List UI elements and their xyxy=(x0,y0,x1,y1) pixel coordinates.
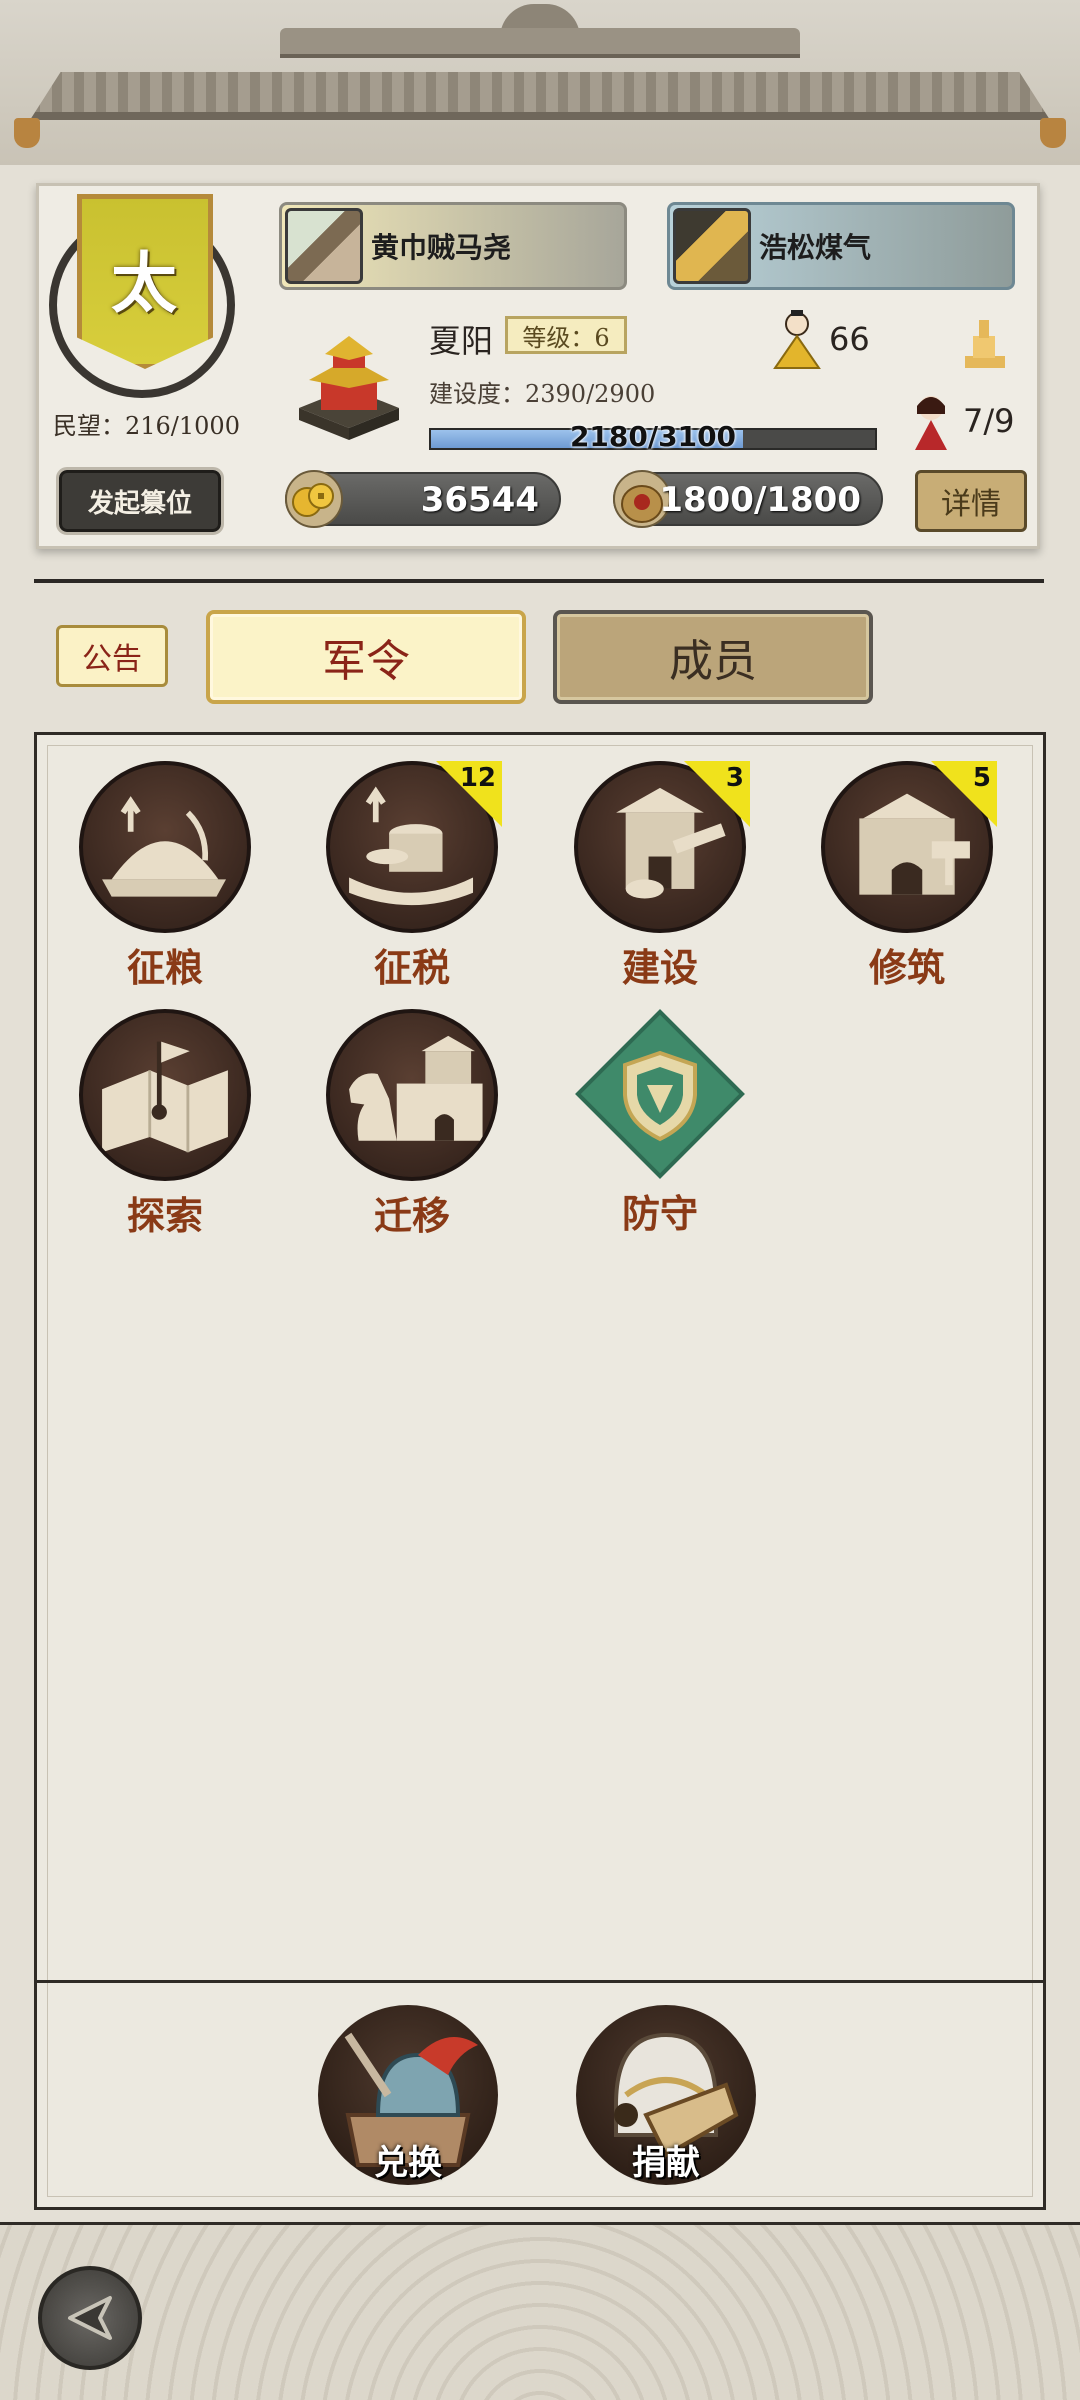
defense-shield-icon xyxy=(575,1009,745,1179)
avatar xyxy=(673,208,751,284)
lantern-left-icon xyxy=(14,118,40,148)
command-label: 迁移 xyxy=(373,1193,450,1238)
development-progress-bar: 2180/3100 xyxy=(429,420,877,453)
badge-count: 3 xyxy=(725,763,744,793)
exchange-label: 兑换 xyxy=(374,2143,442,2183)
city-level-badge: 等级：6 xyxy=(505,316,627,354)
command-tax[interactable]: 征税 12 xyxy=(322,761,502,992)
grain-resource-bar: 1800/1800 xyxy=(613,470,883,528)
palace-roof-header xyxy=(0,0,1080,165)
command-label: 征税 xyxy=(373,945,450,990)
member-card-1[interactable]: 黄巾贼马尧 xyxy=(279,202,627,290)
avatar xyxy=(285,208,363,284)
usurp-button[interactable]: 发起篡位 xyxy=(56,467,224,535)
city-info-panel: 太 民望：216/1000 发起篡位 黄巾贼马尧 浩松煤气 夏阳 等级：6 建设… xyxy=(36,183,1040,549)
migrate-horse-icon xyxy=(326,1009,498,1181)
command-explore[interactable]: 探索 xyxy=(75,1009,255,1240)
notice-button[interactable]: 公告 xyxy=(56,625,168,687)
command-defense[interactable]: 防守 xyxy=(570,1009,750,1238)
detail-button[interactable]: 详情 xyxy=(915,470,1027,532)
command-construction[interactable]: 建设 3 xyxy=(570,761,750,992)
grain-amount: 1800/1800 xyxy=(659,480,861,520)
tab-orders[interactable]: 军令 xyxy=(206,610,526,704)
progress-text: 2180/3100 xyxy=(569,420,737,453)
roof-tiles xyxy=(30,72,1050,120)
coin-resource-bar: 36544 xyxy=(285,470,561,528)
exchange-button[interactable]: 兑换 xyxy=(313,2005,503,2195)
badge-count: 12 xyxy=(459,763,496,793)
orders-panel: 征粮 征税 12 建设 3 修筑 5 探索 迁移 防守 兑换 捐献 xyxy=(34,732,1046,2210)
donate-button[interactable]: 捐献 xyxy=(571,2005,761,2195)
maid-count: 7/9 xyxy=(963,402,1015,440)
command-label: 建设 xyxy=(621,945,698,990)
member-name: 浩松煤气 xyxy=(759,231,872,264)
command-label: 征粮 xyxy=(126,945,203,990)
donate-label: 捐献 xyxy=(632,2143,700,2183)
watchtower-icon[interactable] xyxy=(957,316,1011,372)
coins-icon xyxy=(285,470,343,528)
command-migrate[interactable]: 迁移 xyxy=(322,1009,502,1240)
footer-wave-pattern xyxy=(0,2222,1080,2400)
command-label: 探索 xyxy=(126,1193,203,1238)
official-count: 66 xyxy=(829,320,870,358)
roof-ridge xyxy=(280,28,800,58)
command-fortify[interactable]: 修筑 5 xyxy=(817,761,997,992)
member-card-2[interactable]: 浩松煤气 xyxy=(667,202,1015,290)
maid-figure-icon xyxy=(915,396,947,450)
faction-char: 太 xyxy=(111,244,177,322)
city-name: 夏阳 xyxy=(429,322,494,360)
coin-amount: 36544 xyxy=(420,480,539,520)
construction-degree: 建设度：2390/2900 xyxy=(429,380,656,408)
palace-building-icon xyxy=(299,336,399,440)
badge-count: 5 xyxy=(972,763,991,793)
section-divider xyxy=(34,579,1044,583)
lantern-right-icon xyxy=(1040,118,1066,148)
back-arrow-icon xyxy=(68,2296,112,2340)
member-name: 黄巾贼马尧 xyxy=(371,231,512,264)
command-label: 防守 xyxy=(621,1191,698,1236)
command-grain-collect[interactable]: 征粮 xyxy=(75,761,255,992)
tab-members[interactable]: 成员 xyxy=(553,610,873,704)
official-figure-icon xyxy=(773,310,821,369)
explore-map-icon xyxy=(79,1009,251,1181)
command-label: 修筑 xyxy=(868,945,945,990)
grain-collect-icon xyxy=(79,761,251,933)
back-button[interactable] xyxy=(38,2266,142,2370)
bottom-divider xyxy=(37,1980,1043,1983)
popularity-text: 民望：216/1000 xyxy=(53,412,240,440)
